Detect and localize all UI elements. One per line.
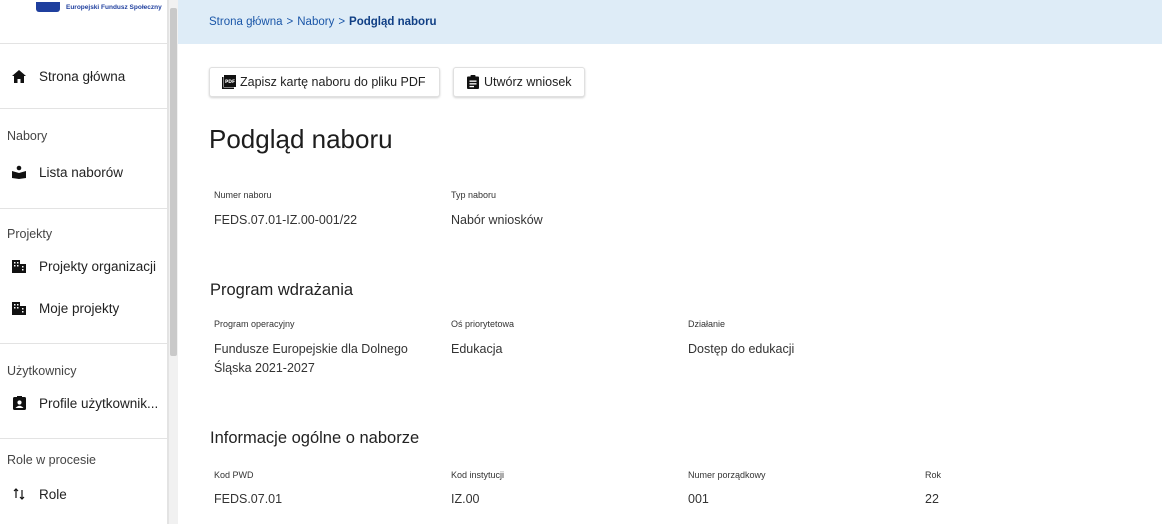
save-pdf-button[interactable]: PDF Zapisz kartę naboru do pliku PDF: [209, 67, 440, 97]
section-header-role-w-procesie: Role w procesie: [7, 453, 96, 467]
sidebar-item-label: Profile użytkownik...: [39, 395, 159, 411]
breadcrumb-current: Podgląd naboru: [349, 16, 437, 28]
reader-icon: [12, 165, 26, 179]
create-application-label: Utwórz wniosek: [484, 75, 572, 89]
kod-pwd-label: Kod PWD: [214, 470, 254, 480]
logo[interactable]: Europejski Fundusz Społeczny: [0, 0, 167, 44]
numer-naboru-value: FEDS.07.01-IZ.00-001/22: [214, 213, 358, 227]
dzialanie-label: Działanie: [688, 319, 726, 329]
program-operacyjny-value-line1: Fundusze Europejskie dla Dolnego: [214, 342, 408, 356]
pdf-icon: PDF: [222, 75, 236, 89]
section-header-nabory: Nabory: [7, 129, 48, 143]
os-priorytetowa-value: Edukacja: [451, 342, 503, 356]
contact-card-icon: [12, 396, 26, 410]
sidebar-item-label: Strona główna: [39, 68, 126, 84]
program-operacyjny-value-line2: Śląska 2021-2027: [214, 361, 315, 375]
clipboard-icon: [466, 75, 480, 89]
swap-arrows-icon: [12, 487, 26, 501]
sidebar-item-label: Projekty organizacji: [39, 258, 157, 274]
section-title-program: Program wdrażania: [210, 281, 354, 299]
rok-label: Rok: [925, 470, 942, 480]
sidebar: Europejski Fundusz Społeczny Strona głów…: [0, 0, 168, 524]
page-title: Podgląd naboru: [209, 124, 393, 154]
save-pdf-label: Zapisz kartę naboru do pliku PDF: [240, 75, 426, 89]
sidebar-item-label: Lista naborów: [39, 164, 124, 180]
breadcrumb-home-link[interactable]: Strona główna: [209, 16, 283, 28]
sidebar-item-profile-uzytkownikow[interactable]: Profile użytkownik...: [0, 382, 167, 424]
eu-flag-icon: [36, 2, 60, 12]
sidebar-item-label: Moje projekty: [39, 300, 120, 316]
numer-porzadkowy-value: 001: [688, 492, 709, 506]
numer-porzadkowy-label: Numer porządkowy: [688, 470, 766, 480]
building-icon: [12, 259, 26, 273]
os-priorytetowa-label: Oś priorytetowa: [451, 319, 515, 329]
breadcrumb-separator: >: [286, 16, 294, 28]
sidebar-item-lista-naborow[interactable]: Lista naborów: [0, 147, 167, 197]
typ-naboru-value: Nabór wniosków: [451, 213, 543, 227]
svg-text:PDF: PDF: [225, 79, 235, 85]
breadcrumb-separator: >: [338, 16, 346, 28]
program-operacyjny-label: Program operacyjny: [214, 319, 295, 329]
numer-naboru-label: Numer naboru: [214, 190, 272, 200]
dzialanie-value: Dostęp do edukacji: [688, 342, 795, 356]
logo-text: Europejski Fundusz Społeczny: [66, 4, 162, 11]
sidebar-item-home[interactable]: Strona główna: [0, 44, 167, 108]
kod-instytucji-value: IZ.00: [451, 492, 480, 506]
sidebar-item-moje-projekty[interactable]: Moje projekty: [0, 287, 167, 329]
rok-value: 22: [925, 492, 939, 506]
sidebar-scrollbar-thumb[interactable]: [170, 8, 177, 356]
sidebar-item-label: Role: [39, 486, 67, 502]
home-icon: [12, 69, 26, 83]
section-header-projekty: Projekty: [7, 227, 53, 241]
sidebar-item-projekty-organizacji[interactable]: Projekty organizacji: [0, 245, 167, 287]
section-header-uzytkownicy: Użytkownicy: [7, 364, 77, 378]
kod-pwd-value: FEDS.07.01: [214, 492, 283, 506]
building-icon: [12, 301, 26, 315]
breadcrumb-nabory-link[interactable]: Nabory: [297, 16, 334, 28]
kod-instytucji-label: Kod instytucji: [451, 470, 505, 480]
breadcrumb: Strona główna > Nabory > Podgląd naboru: [178, 0, 1162, 44]
sidebar-item-role[interactable]: Role: [0, 471, 167, 517]
section-title-info: Informacje ogólne o naborze: [210, 429, 420, 447]
typ-naboru-label: Typ naboru: [451, 190, 497, 200]
create-application-button[interactable]: Utwórz wniosek: [453, 67, 585, 97]
